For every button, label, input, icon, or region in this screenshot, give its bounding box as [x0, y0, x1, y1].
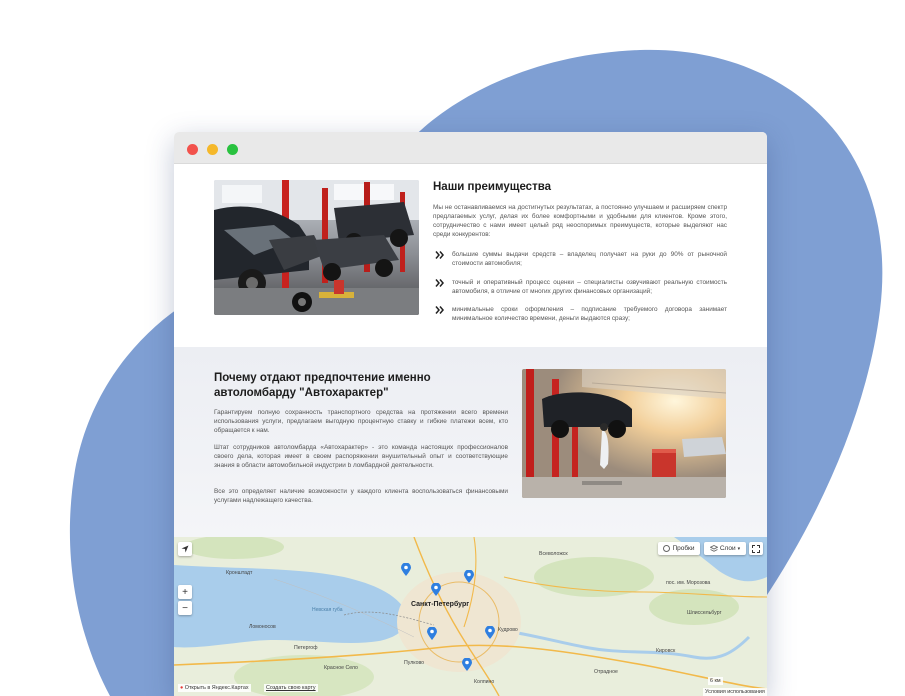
create-map-link[interactable]: Создать свою карту: [264, 684, 318, 692]
stage: Наши преимущества Мы не останавливаемся …: [0, 0, 905, 696]
map-label-peterhof: Петергоф: [294, 645, 318, 651]
advantage-text: минимальные сроки оформления – подписани…: [452, 306, 727, 322]
geolocation-icon: [181, 545, 189, 553]
map-pin-icon[interactable]: [462, 658, 472, 671]
open-in-yandex-label: Открыть в Яндекс.Картах: [184, 685, 249, 691]
map-pin-icon[interactable]: [427, 627, 437, 640]
terms-link[interactable]: Условия использования: [703, 688, 767, 696]
layers-label: Слои: [719, 545, 736, 552]
zoom-out-button[interactable]: −: [178, 601, 192, 615]
chevron-double-icon: [435, 279, 444, 287]
advantage-text: большие суммы выдачи средств – владелец …: [452, 251, 727, 267]
advantage-text: точный и оперативный процесс оценки – сп…: [452, 279, 727, 295]
map-pin-icon[interactable]: [431, 583, 441, 596]
advantages-title: Наши преимущества: [433, 181, 552, 193]
why-paragraph: Штат сотрудников автоломбарда «Автохарак…: [214, 444, 508, 469]
layers-button[interactable]: Слои ▾: [704, 542, 746, 555]
minimize-window-button[interactable]: [207, 144, 218, 155]
map-label-lomonosov: Ломоносов: [249, 624, 276, 630]
map-label-kronshtadt: Кронштадт: [226, 570, 253, 576]
map-label-nevskaya: Невская губа: [312, 607, 343, 613]
traffic-label: Пробки: [672, 545, 695, 552]
why-paragraph: Все это определяет наличие возможности у…: [214, 488, 508, 504]
yandex-map[interactable]: Санкт-Петербург Кронштадт Всеволожск Лом…: [174, 537, 767, 696]
map-pin-icon[interactable]: [485, 626, 495, 639]
service-station-photo: [522, 369, 726, 498]
map-label-pulkovo: Пулково: [404, 660, 425, 666]
why-paragraph: Гарантируем полную сохранность транспорт…: [214, 409, 508, 434]
window-titlebar: [174, 132, 767, 164]
map-pin-icon[interactable]: [401, 563, 411, 576]
chevron-double-icon: [435, 251, 444, 259]
map-label-kudrovo: Кудрово: [498, 627, 518, 633]
zoom-in-button[interactable]: +: [178, 585, 192, 599]
traffic-icon: [663, 545, 671, 552]
traffic-button[interactable]: Пробки: [658, 542, 700, 555]
map-label-shlisselburg: Шлиссельбург: [687, 610, 722, 616]
fullscreen-button[interactable]: [749, 542, 763, 555]
close-window-button[interactable]: [187, 144, 198, 155]
map-label-spb: Санкт-Петербург: [411, 601, 470, 608]
fullscreen-icon: [752, 544, 760, 553]
map-canvas[interactable]: [174, 537, 767, 696]
why-choose-section: Почему отдают предпочтение именно автоло…: [174, 347, 767, 537]
open-in-yandex-link[interactable]: ● Открыть в Яндекс.Картах: [178, 684, 251, 692]
map-label-kolpino: Колпино: [474, 679, 495, 685]
yandex-pin-icon: ●: [180, 685, 184, 691]
map-scale: 6 км: [708, 677, 723, 685]
map-label-krasnoe: Красное Село: [324, 665, 358, 671]
browser-window: Наши преимущества Мы не останавливаемся …: [174, 132, 767, 696]
advantages-section: Наши преимущества Мы не останавливаемся …: [174, 164, 767, 347]
map-label-otradnoe: Отрадное: [594, 669, 618, 675]
map-label-kirovsk: Кировск: [656, 648, 676, 654]
maximize-window-button[interactable]: [227, 144, 238, 155]
map-label-morozova: пос. им. Морозова: [666, 580, 711, 586]
advantages-intro: Мы не останавливаемся на достигнутых рез…: [433, 204, 727, 238]
chevron-down-icon: ▾: [737, 545, 741, 552]
layers-icon: [709, 545, 718, 552]
chevron-double-icon: [435, 306, 444, 314]
why-title: Почему отдают предпочтение именно автоло…: [214, 372, 431, 399]
garage-repair-photo: [214, 180, 419, 315]
map-pin-icon[interactable]: [464, 570, 474, 583]
map-label-vsevolozhsk: Всеволожск: [539, 551, 568, 557]
geolocation-button[interactable]: [178, 542, 192, 556]
